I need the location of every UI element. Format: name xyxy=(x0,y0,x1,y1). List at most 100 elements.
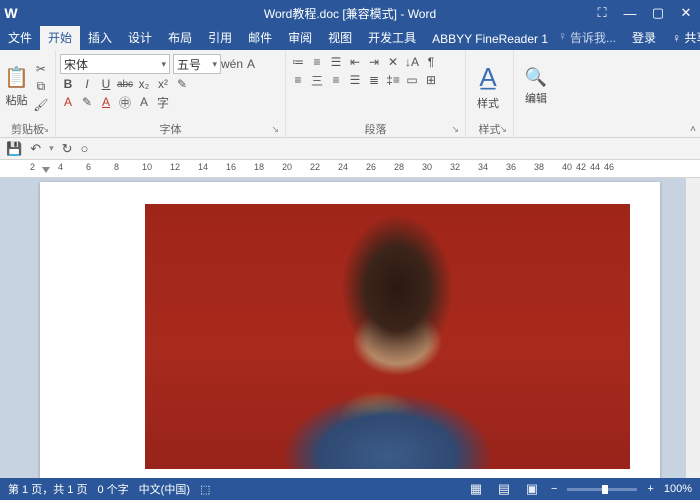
tab-references[interactable]: 引用 xyxy=(200,25,240,50)
font-color-icon[interactable]: A xyxy=(98,94,114,110)
group-paragraph-label: 段落 xyxy=(365,124,387,136)
find-icon: 🔍 xyxy=(525,67,547,88)
collapse-ribbon-icon[interactable]: ˄ xyxy=(690,124,696,135)
redo-button[interactable]: ↻ xyxy=(62,141,73,157)
justify-icon[interactable]: ☰ xyxy=(347,72,363,88)
show-marks-icon[interactable]: ¶ xyxy=(423,54,439,70)
horizontal-ruler[interactable]: 2468101214161820222426283032343638404244… xyxy=(0,160,700,178)
ruler-tick: 12 xyxy=(170,162,180,172)
bold-button[interactable]: B xyxy=(60,76,76,92)
help-icon[interactable]: ⛶ xyxy=(588,0,616,26)
page-count-status[interactable]: 第 1 页，共 1 页 xyxy=(8,481,87,497)
group-editing-label xyxy=(518,121,556,137)
vertical-scrollbar[interactable] xyxy=(686,178,700,478)
document-page[interactable] xyxy=(40,182,660,478)
close-button[interactable]: ✕ xyxy=(672,0,700,26)
dialog-launcher-icon[interactable]: ↘ xyxy=(41,124,49,135)
login-button[interactable]: 登录 xyxy=(624,25,664,50)
ruler-tick: 10 xyxy=(142,162,152,172)
clipboard-icon: 📋 xyxy=(4,65,29,90)
format-painter-icon[interactable]: 🖌 xyxy=(33,97,49,113)
share-button[interactable]: ♀ 共享 xyxy=(664,25,700,50)
align-center-icon[interactable]: 三 xyxy=(309,72,325,88)
superscript-button[interactable]: x² xyxy=(155,76,171,92)
increase-indent-icon[interactable]: ⇥ xyxy=(366,54,382,70)
font-size-combo[interactable]: 五号▾ xyxy=(173,54,221,74)
styles-button[interactable]: A̲ 样式 xyxy=(470,52,506,121)
word-count-status[interactable]: 0 个字 xyxy=(97,481,128,497)
dialog-launcher-icon[interactable]: ↘ xyxy=(499,124,507,135)
web-layout-icon[interactable]: ▣ xyxy=(523,481,541,497)
line-spacing-icon[interactable]: ‡≡ xyxy=(385,72,401,88)
sort-icon[interactable]: ↓A xyxy=(404,54,420,70)
clear-format-icon[interactable]: ✎ xyxy=(174,76,190,92)
ruler-tick: 16 xyxy=(226,162,236,172)
inserted-image[interactable] xyxy=(145,204,630,469)
editing-button[interactable]: 🔍 编辑 xyxy=(518,52,554,121)
ruler-tick: 46 xyxy=(604,162,614,172)
multilevel-list-icon[interactable]: ☰ xyxy=(328,54,344,70)
ruler-tick: 6 xyxy=(86,162,91,172)
tab-view[interactable]: 视图 xyxy=(320,25,360,50)
styles-icon: A̲ xyxy=(479,62,496,93)
track-changes-icon[interactable]: ⬚ xyxy=(200,483,210,496)
ruler-tick: 34 xyxy=(478,162,488,172)
char-shading-icon[interactable]: 字 xyxy=(155,94,171,110)
tell-me-input[interactable]: 告诉我... xyxy=(556,25,624,50)
zoom-out-button[interactable]: − xyxy=(551,483,557,495)
tab-home[interactable]: 开始 xyxy=(40,25,80,50)
highlight-icon[interactable]: ✎ xyxy=(79,94,95,110)
italic-button[interactable]: I xyxy=(79,76,95,92)
copy-icon[interactable]: ⧉ xyxy=(33,79,49,95)
tab-developer[interactable]: 开发工具 xyxy=(360,25,424,50)
undo-button[interactable]: ↶ xyxy=(30,141,41,157)
decrease-indent-icon[interactable]: ⇤ xyxy=(347,54,363,70)
numbering-icon[interactable]: ≡ xyxy=(309,54,325,70)
text-effects-icon[interactable]: A xyxy=(60,94,76,110)
tab-design[interactable]: 设计 xyxy=(120,25,160,50)
tab-finereader[interactable]: ABBYY FineReader 1 xyxy=(424,28,556,50)
window-title: Word教程.doc [兼容模式] - Word xyxy=(264,5,436,22)
paste-button[interactable]: 📋 粘贴 xyxy=(4,52,29,121)
font-family-combo[interactable]: 宋体▾ xyxy=(60,54,170,74)
indent-marker-icon[interactable] xyxy=(42,167,50,173)
save-button[interactable]: 💾 xyxy=(6,141,22,157)
read-mode-icon[interactable]: ▦ xyxy=(467,481,485,497)
align-right-icon[interactable]: ≡ xyxy=(328,72,344,88)
tab-review[interactable]: 审阅 xyxy=(280,25,320,50)
shading-icon[interactable]: ▭ xyxy=(404,72,420,88)
distribute-icon[interactable]: ≣ xyxy=(366,72,382,88)
maximize-button[interactable]: ▢ xyxy=(644,0,672,26)
print-preview-button[interactable]: ○ xyxy=(81,141,89,156)
dialog-launcher-icon[interactable]: ↘ xyxy=(451,124,459,135)
zoom-level[interactable]: 100% xyxy=(664,483,692,495)
zoom-slider[interactable] xyxy=(567,488,637,491)
ruler-tick: 40 xyxy=(562,162,572,172)
zoom-in-button[interactable]: + xyxy=(647,483,653,495)
minimize-button[interactable]: — xyxy=(616,0,644,26)
cut-icon[interactable]: ✂ xyxy=(33,61,49,77)
underline-button[interactable]: U xyxy=(98,76,114,92)
borders-icon[interactable]: ⊞ xyxy=(423,72,439,88)
char-border-icon[interactable]: A xyxy=(136,94,152,110)
tab-mailings[interactable]: 邮件 xyxy=(240,25,280,50)
enclose-char-icon[interactable]: ㊥ xyxy=(117,94,133,110)
bullets-icon[interactable]: ≔ xyxy=(290,54,306,70)
align-left-icon[interactable]: ≡ xyxy=(290,72,306,88)
subscript-button[interactable]: x₂ xyxy=(136,76,152,92)
undo-dropdown-icon[interactable]: ▾ xyxy=(49,143,54,154)
ruler-tick: 30 xyxy=(422,162,432,172)
phonetic-guide-icon[interactable]: wén xyxy=(224,56,240,72)
ruler-tick: 44 xyxy=(590,162,600,172)
grow-font-icon[interactable]: A xyxy=(243,56,259,72)
ruler-tick: 20 xyxy=(282,162,292,172)
dialog-launcher-icon[interactable]: ↘ xyxy=(271,124,279,135)
tab-layout[interactable]: 布局 xyxy=(160,25,200,50)
ruler-tick: 28 xyxy=(394,162,404,172)
strikethrough-button[interactable]: abc xyxy=(117,76,133,92)
asian-layout-icon[interactable]: ✕ xyxy=(385,54,401,70)
tab-insert[interactable]: 插入 xyxy=(80,25,120,50)
language-status[interactable]: 中文(中国) xyxy=(139,481,190,497)
print-layout-icon[interactable]: ▤ xyxy=(495,481,513,497)
tab-file[interactable]: 文件 xyxy=(0,25,40,50)
